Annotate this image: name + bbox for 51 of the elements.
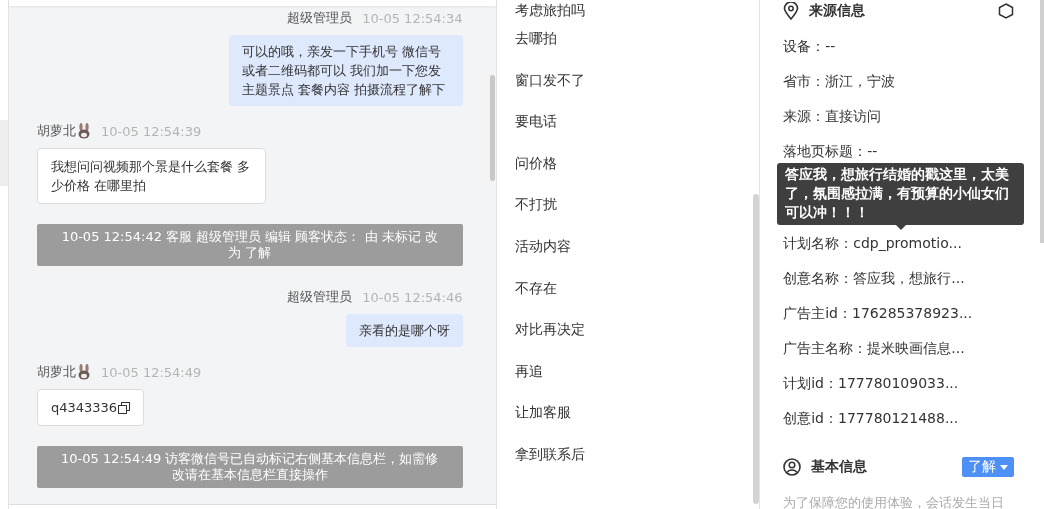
section-title: 来源信息 bbox=[809, 2, 867, 20]
info-field: 设备：-- bbox=[783, 38, 836, 54]
message-time: 10-05 12:54:34 bbox=[362, 10, 463, 26]
quick-reply[interactable]: 拿到联系后 bbox=[496, 443, 748, 486]
user-circle-icon bbox=[783, 458, 802, 476]
system-notice: 10-05 12:54:49 访客微信号已自动标记右侧基本信息栏，如需修改请在基本信息栏直接操作 bbox=[37, 446, 463, 488]
message-text: q4343336 bbox=[51, 399, 118, 417]
message-bubble: 亲看的是哪个呀 bbox=[345, 314, 463, 347]
info-note: 为了保障您的使用体验，会话发生当日 bbox=[783, 494, 1006, 509]
info-field: 计划id：177780109033... bbox=[783, 375, 959, 391]
tooltip-pointer bbox=[895, 225, 906, 230]
info-field: 广告主名称：提米映画信息... bbox=[783, 340, 965, 356]
message-text: 我想问问视频那个景是什么套餐 多少价格 在哪里拍 bbox=[51, 158, 252, 195]
message-time: 10-05 12:54:49 bbox=[101, 364, 202, 380]
quick-reply[interactable]: 窗口发不了 bbox=[496, 69, 748, 112]
quick-reply[interactable]: 让加客服 bbox=[496, 402, 748, 444]
quick-reply[interactable]: 不打扰 bbox=[496, 194, 748, 236]
quick-reply[interactable]: 问价格 bbox=[496, 152, 748, 195]
quick-reply[interactable]: 要电话 bbox=[496, 111, 748, 153]
scrollbar[interactable] bbox=[753, 194, 760, 504]
location-pin-icon bbox=[783, 2, 800, 20]
scrollbar[interactable] bbox=[489, 75, 495, 181]
info-field: 计划名称：cdp_promotio... bbox=[783, 235, 962, 251]
quick-reply[interactable]: 不存在 bbox=[496, 277, 748, 320]
section-title: 基本信息 bbox=[811, 458, 869, 476]
quick-reply[interactable]: 考虑旅拍吗 bbox=[496, 0, 748, 28]
info-field: 创意名称：答应我，想旅行... bbox=[783, 270, 965, 286]
sender-name: 超级管理员 bbox=[287, 9, 353, 27]
quick-reply[interactable]: 活动内容 bbox=[496, 235, 748, 278]
message-bubble: 可以的哦，亲发一下手机号 微信号或者二维码都可以 我们加一下您发主题景点 套餐内容 拍摄流程了解下 bbox=[228, 35, 463, 106]
quick-reply[interactable]: 去哪拍 bbox=[496, 28, 748, 70]
info-field: 来源：直接访问 bbox=[783, 108, 882, 124]
system-notice: 10-05 12:54:42 客服 超级管理员 编辑 顾客状态： 由 未标记 改为 了解 bbox=[37, 224, 463, 266]
sender-name: 超级管理员 bbox=[287, 288, 353, 306]
info-field: 落地页标题：-- bbox=[783, 143, 878, 159]
tooltip: 答应我，想旅行结婚的戳这里，太美了，氛围感拉满，有预算的小仙女们可以冲！！！ bbox=[777, 163, 1025, 225]
info-field: 创意id：177780121488... bbox=[783, 410, 959, 426]
quick-reply[interactable]: 对比再决定 bbox=[496, 319, 748, 361]
copy-icon[interactable] bbox=[118, 401, 131, 414]
message-time: 10-05 12:54:46 bbox=[362, 289, 463, 305]
rabbit-icon bbox=[77, 123, 91, 139]
sender-name: 胡萝北 bbox=[37, 363, 76, 381]
info-field: 省市：浙江，宁波 bbox=[783, 73, 896, 89]
caret-icon bbox=[1000, 464, 1008, 470]
info-field: 广告主id：176285378923... bbox=[783, 305, 973, 321]
quick-reply[interactable]: 再追 bbox=[496, 360, 748, 403]
shield-icon[interactable] bbox=[998, 3, 1014, 19]
sender-name: 胡萝北 bbox=[37, 122, 76, 140]
scrollbar[interactable] bbox=[1040, 0, 1044, 243]
rabbit-icon bbox=[77, 364, 91, 380]
message-time: 10-05 12:54:39 bbox=[101, 123, 202, 139]
